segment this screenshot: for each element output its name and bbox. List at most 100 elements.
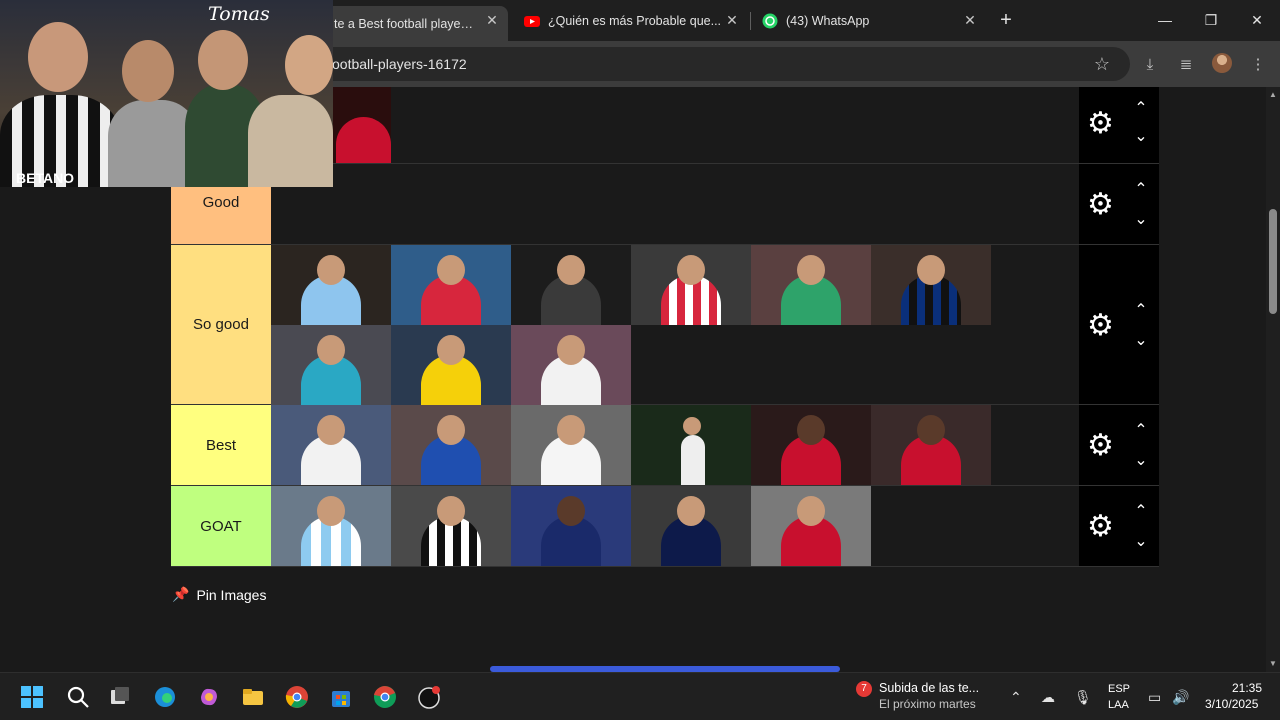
chrome-profile-icon[interactable] [373, 685, 397, 709]
chrome-icon[interactable] [285, 685, 309, 709]
tier-items[interactable] [271, 486, 1079, 566]
minimize-button[interactable]: — [1142, 0, 1188, 40]
pin-images-label: Pin Images [196, 586, 267, 603]
windows-taskbar: 7 Subida de las te... El próximo martes … [0, 672, 1280, 720]
chevron-down-icon[interactable]: ⌄ [1131, 534, 1151, 550]
new-tab-button[interactable]: + [996, 10, 1016, 30]
player-image[interactable] [631, 486, 751, 566]
close-icon[interactable]: ✕ [724, 12, 740, 28]
tier-label[interactable]: So good [171, 245, 271, 404]
gear-icon[interactable]: ⚙ [1087, 311, 1114, 341]
tier-items[interactable] [271, 405, 1079, 485]
tab-separator [750, 12, 751, 30]
player-image[interactable] [871, 245, 991, 325]
profile-avatar[interactable] [1212, 53, 1232, 73]
tier-label[interactable]: GOAT [171, 486, 271, 566]
player-image[interactable] [511, 325, 631, 405]
player-image[interactable] [391, 405, 511, 485]
player-image[interactable] [751, 405, 871, 485]
gear-icon[interactable]: ⚙ [1087, 512, 1114, 542]
close-window-button[interactable]: ✕ [1234, 0, 1280, 40]
url-text[interactable]: ootball-players-16172 [332, 56, 467, 72]
gear-icon[interactable]: ⚙ [1087, 109, 1114, 139]
player-image[interactable] [751, 486, 871, 566]
chevron-down-icon[interactable]: ⌄ [1131, 333, 1151, 349]
copilot-icon[interactable] [197, 685, 221, 709]
store-icon[interactable] [329, 685, 353, 709]
chevron-down-icon[interactable]: ⌄ [1131, 129, 1151, 145]
close-icon[interactable]: ✕ [484, 12, 500, 28]
chevron-up-icon[interactable]: ⌃ [1131, 423, 1151, 439]
pin-images-toggle[interactable]: 📌 Pin Images [172, 586, 266, 603]
tab-title: ¿Quién es más Probable que... [548, 14, 722, 28]
gear-icon[interactable]: ⚙ [1087, 431, 1114, 461]
volume-icon[interactable]: 🔊 [1172, 689, 1189, 706]
gear-icon[interactable]: ⚙ [1087, 190, 1114, 220]
player-image[interactable] [871, 405, 991, 485]
tier-controls: ⚙ ⌃ ⌄ [1079, 405, 1159, 485]
tab-title: te a Best football players T [334, 16, 474, 31]
tab-title: (43) WhatsApp [786, 14, 870, 28]
windows-start-icon[interactable] [20, 685, 44, 709]
chevron-up-icon[interactable]: ⌃ [1131, 504, 1151, 520]
player-image[interactable] [391, 486, 511, 566]
player-image[interactable] [631, 245, 751, 325]
tier-items[interactable] [271, 87, 1079, 163]
vertical-scrollbar[interactable]: ▲ ▼ [1266, 87, 1280, 672]
close-icon[interactable]: ✕ [962, 12, 978, 28]
clock-time[interactable]: 21:35 [1232, 681, 1262, 695]
scroll-down-arrow[interactable]: ▼ [1268, 659, 1278, 669]
chevron-down-icon[interactable]: ⌄ [1131, 212, 1151, 228]
chevron-up-icon[interactable]: ⌃ [1131, 101, 1151, 117]
player-image[interactable] [271, 245, 391, 325]
app-icon[interactable] [417, 685, 441, 709]
tier-controls: ⚙ ⌃ ⌄ [1079, 486, 1159, 566]
player-image[interactable] [271, 325, 391, 405]
player-image[interactable] [511, 245, 631, 325]
scroll-up-arrow[interactable]: ▲ [1268, 90, 1278, 100]
tier-controls: ⚙ ⌃ ⌄ [1079, 87, 1159, 163]
maximize-button[interactable]: ❐ [1188, 0, 1234, 40]
chevron-up-icon[interactable]: ⌃ [1010, 689, 1022, 706]
tier-label[interactable]: Best [171, 405, 271, 485]
download-icon[interactable]: ⤓ [1140, 55, 1160, 75]
chevron-down-icon[interactable]: ⌄ [1131, 453, 1151, 469]
clock-date[interactable]: 3/10/2025 [1205, 697, 1258, 711]
player-image[interactable] [331, 87, 391, 163]
chevron-up-icon[interactable]: ⌃ [1131, 303, 1151, 319]
scroll-thumb[interactable] [1269, 209, 1277, 314]
notification-title[interactable]: Subida de las te... [879, 681, 979, 695]
cloud-icon[interactable]: ☁ [1041, 689, 1055, 706]
tab-whatsapp[interactable]: (43) WhatsApp ✕ [754, 6, 986, 36]
player-image[interactable] [271, 405, 391, 485]
player-image[interactable] [631, 405, 751, 485]
tab-tier-list[interactable]: te a Best football players T ✕ [320, 6, 508, 41]
tier-items[interactable] [271, 164, 1079, 244]
file-explorer-icon[interactable] [241, 685, 265, 709]
edge-icon[interactable] [153, 685, 177, 709]
notification-badge: 7 [856, 681, 872, 697]
player-image[interactable] [391, 325, 511, 405]
shirt-brand: BETANO [16, 170, 75, 186]
player-image[interactable] [511, 405, 631, 485]
network-icon[interactable]: ▭ [1148, 689, 1161, 706]
whatsapp-icon [762, 13, 778, 29]
media-control-icon[interactable]: ≣ [1176, 55, 1196, 75]
address-bar[interactable]: ootball-players-16172 ☆ [250, 47, 1130, 81]
player-image[interactable] [751, 245, 871, 325]
language-bottom[interactable]: LAA [1108, 699, 1129, 711]
language-top[interactable]: ESP [1108, 683, 1130, 695]
player-image[interactable] [271, 486, 391, 566]
player-image[interactable] [391, 245, 511, 325]
tier-row-so-good: So good ⚙ ⌃ ⌄ [171, 245, 1159, 405]
search-icon[interactable] [66, 685, 90, 709]
webcam-name: Tomas [208, 3, 270, 25]
menu-icon[interactable]: ⋮ [1248, 55, 1268, 75]
player-image[interactable] [511, 486, 631, 566]
task-view-icon[interactable] [108, 685, 132, 709]
chevron-up-icon[interactable]: ⌃ [1131, 182, 1151, 198]
bookmark-star-icon[interactable]: ☆ [1094, 54, 1110, 75]
tier-items[interactable] [271, 245, 1079, 405]
tab-youtube[interactable]: ¿Quién es más Probable que... ✕ [516, 6, 748, 36]
microphone-icon[interactable]: 🎙 [1074, 689, 1092, 706]
